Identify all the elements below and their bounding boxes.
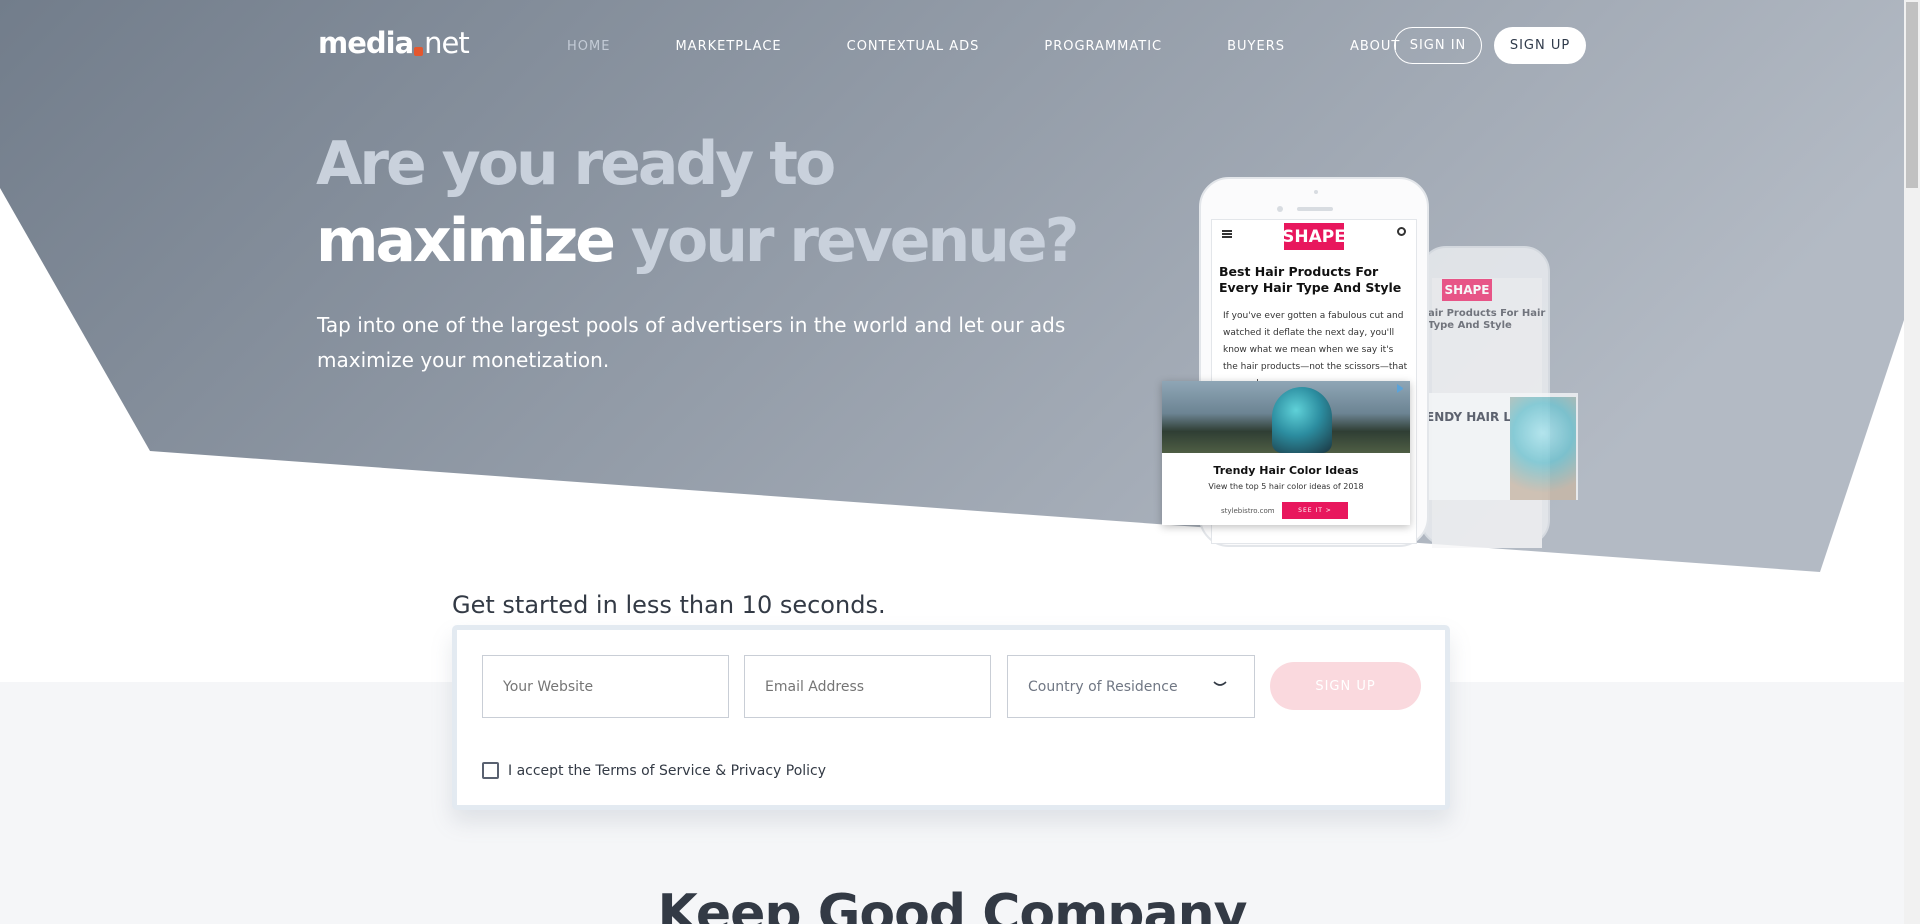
phone-sensor <box>1277 206 1283 212</box>
ad-cta-button: SEE IT > <box>1282 502 1348 519</box>
hero-heading: Are you ready to maximize your revenue? <box>316 126 1080 280</box>
hero-heading-rest: your revenue? <box>612 206 1080 276</box>
ad-card-back: ENDY HAIR LOR IDEAS <box>1420 393 1578 500</box>
hero-heading-line2: maximize your revenue? <box>316 203 1080 280</box>
shape-logo: SHAPE <box>1282 223 1346 250</box>
signup-submit-button[interactable]: SIGN UP <box>1270 662 1421 710</box>
phone-camera <box>1314 190 1318 194</box>
ad-description: View the top 5 hair color ideas of 2018 <box>1208 482 1364 491</box>
menu-icon <box>1222 230 1232 238</box>
page: media net HOME MARKETPLACE CONTEXTUAL ADS… <box>0 0 1920 924</box>
search-icon <box>1397 227 1406 236</box>
privacy-policy-link[interactable]: Privacy Policy <box>731 763 826 779</box>
terms-amp: & <box>710 763 731 779</box>
sign-up-button[interactable]: SIGN UP <box>1494 27 1586 64</box>
ad-site: stylebistro.com <box>1221 507 1275 515</box>
nav-buyers[interactable]: BUYERS <box>1227 39 1285 54</box>
main-nav: HOME MARKETPLACE CONTEXTUAL ADS PROGRAMM… <box>550 28 1400 64</box>
back-ad-image <box>1510 397 1576 500</box>
email-input[interactable] <box>744 655 991 718</box>
hero-heading-emphasis: maximize <box>316 206 616 276</box>
chevron-down-icon <box>1213 681 1227 686</box>
scrollbar-thumb[interactable] <box>1906 2 1918 188</box>
country-select-placeholder: Country of Residence <box>1028 678 1178 695</box>
logo-text-left: media <box>318 26 414 60</box>
terms-of-service-link[interactable]: Terms of Service <box>595 763 710 779</box>
logo-dot <box>414 47 424 56</box>
terms-checkbox[interactable] <box>482 762 499 779</box>
native-ad-card: Trendy Hair Color Ideas View the top 5 h… <box>1162 381 1410 525</box>
nav-home[interactable]: HOME <box>567 39 610 54</box>
adchoices-icon <box>1397 384 1406 393</box>
nav-contextual-ads[interactable]: CONTEXTUAL ADS <box>847 39 980 54</box>
hero-subtitle: Tap into one of the largest pools of adv… <box>317 313 1066 372</box>
hero-background <box>0 0 1904 572</box>
nav-programmatic[interactable]: PROGRAMMATIC <box>1044 39 1162 54</box>
shape-logo-back: SHAPE <box>1442 279 1492 301</box>
ad-title: Trendy Hair Color Ideas <box>1213 464 1359 477</box>
back-article-title: air Products For Hair Type And Style <box>1428 308 1546 331</box>
signup-heading: Get started in less than 10 seconds. <box>452 591 886 619</box>
website-input[interactable] <box>482 655 729 718</box>
article-title: Best Hair Products For Every Hair Type A… <box>1219 264 1402 295</box>
phone-speaker <box>1297 207 1333 211</box>
hero-heading-line1: Are you ready to <box>316 129 836 199</box>
sign-in-button[interactable]: SIGN IN <box>1394 27 1482 64</box>
nav-marketplace[interactable]: MARKETPLACE <box>675 39 781 54</box>
terms-label: I accept the Terms of Service & Privacy … <box>508 763 826 779</box>
medianet-logo[interactable]: media net <box>318 26 470 60</box>
logo-text-right: net <box>424 26 470 60</box>
section-title-keep-good-company: Keep Good Company <box>657 884 1248 924</box>
ad-image-subject <box>1272 387 1332 453</box>
nav-about[interactable]: ABOUT <box>1350 39 1400 54</box>
ad-image <box>1162 381 1410 453</box>
terms-prefix: I accept the <box>508 763 596 779</box>
